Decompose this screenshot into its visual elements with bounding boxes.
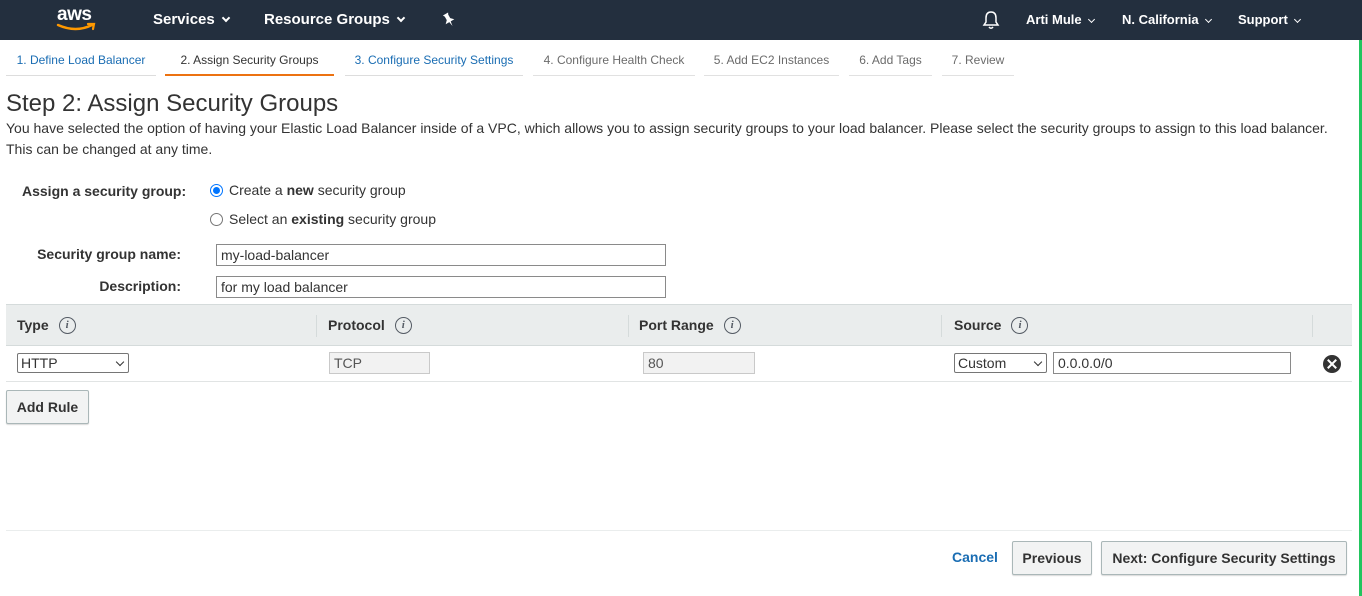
- column-divider: [316, 315, 317, 337]
- previous-button[interactable]: Previous: [1012, 541, 1092, 575]
- tab-configure-security-settings[interactable]: 3. Configure Security Settings: [345, 44, 523, 76]
- column-divider: [941, 315, 942, 337]
- page-title: Step 2: Assign Security Groups: [6, 90, 339, 117]
- services-menu[interactable]: Services: [153, 0, 230, 40]
- option-select-existing-label: Select an existing security group: [229, 211, 436, 227]
- user-name: Arti Mule: [1026, 12, 1082, 27]
- rule-protocol-field: TCP: [329, 352, 430, 374]
- rule-type-select[interactable]: HTTP: [17, 353, 129, 373]
- info-icon[interactable]: i: [394, 316, 412, 334]
- support-menu[interactable]: Support: [1238, 0, 1301, 40]
- tab-review: 7. Review: [942, 44, 1014, 76]
- security-group-name-label: Security group name:: [37, 246, 181, 262]
- rules-table-header: Type i Protocol i Port Range i Source i: [6, 304, 1352, 346]
- column-divider: [1312, 315, 1313, 337]
- col-port-range: Port Range i: [639, 305, 741, 345]
- next-button[interactable]: Next: Configure Security Settings: [1101, 541, 1347, 575]
- chevron-down-icon: [115, 357, 125, 367]
- tab-configure-health-check: 4. Configure Health Check: [533, 44, 695, 76]
- aws-smile-icon: [56, 22, 96, 31]
- assign-security-group-label: Assign a security group:: [22, 183, 187, 199]
- rule-port-range-field: 80: [643, 352, 755, 374]
- top-nav-bar: aws Services Resource Groups Arti Mule N…: [0, 0, 1362, 40]
- chevron-down-icon: [1204, 15, 1212, 24]
- region-name: N. California: [1122, 12, 1199, 27]
- chevron-down-icon: [396, 13, 406, 23]
- col-source: Source i: [954, 305, 1029, 345]
- column-divider: [628, 315, 629, 337]
- remove-rule-icon[interactable]: [1323, 355, 1341, 373]
- description-label: Description:: [99, 278, 181, 294]
- info-icon[interactable]: i: [723, 316, 741, 334]
- rule-source-type-value: Custom: [958, 355, 1007, 371]
- info-icon[interactable]: i: [58, 316, 76, 334]
- region-menu[interactable]: N. California: [1122, 0, 1212, 40]
- bell-icon[interactable]: [982, 0, 1000, 40]
- chevron-down-icon: [221, 13, 230, 23]
- description-input[interactable]: [216, 276, 666, 298]
- services-label: Services: [153, 11, 215, 28]
- info-icon[interactable]: i: [1011, 316, 1029, 334]
- chevron-down-icon: [1033, 357, 1043, 367]
- tab-assign-security-groups[interactable]: 2. Assign Security Groups: [165, 44, 334, 76]
- option-select-existing[interactable]: Select an existing security group: [210, 211, 436, 227]
- step-description: You have selected the option of having y…: [6, 120, 1328, 157]
- chevron-down-icon: [1293, 15, 1301, 24]
- footer-divider: [6, 530, 1352, 531]
- add-rule-button[interactable]: Add Rule: [6, 390, 89, 424]
- user-menu[interactable]: Arti Mule: [1026, 0, 1095, 40]
- tab-add-tags: 6. Add Tags: [849, 44, 932, 76]
- col-protocol: Protocol i: [328, 305, 412, 345]
- radio-select-existing[interactable]: [210, 212, 223, 226]
- tab-define-load-balancer[interactable]: 1. Define Load Balancer: [6, 44, 156, 76]
- resource-groups-menu[interactable]: Resource Groups: [264, 0, 406, 40]
- security-group-name-input[interactable]: [216, 244, 666, 266]
- chevron-down-icon: [1087, 15, 1095, 24]
- cancel-link[interactable]: Cancel: [952, 549, 998, 565]
- support-label: Support: [1238, 12, 1288, 27]
- option-create-new[interactable]: Create a new security group: [210, 182, 406, 198]
- resource-groups-label: Resource Groups: [264, 11, 390, 28]
- pin-icon[interactable]: [441, 0, 457, 40]
- rule-type-value: HTTP: [21, 355, 58, 371]
- tab-add-ec2-instances: 5. Add EC2 Instances: [704, 44, 839, 76]
- rule-source-select[interactable]: Custom: [954, 353, 1047, 373]
- option-create-new-label: Create a new security group: [229, 182, 406, 198]
- aws-logo[interactable]: aws: [55, 4, 99, 34]
- rule-source-cidr-input[interactable]: [1053, 352, 1291, 374]
- col-type: Type i: [17, 305, 76, 345]
- radio-create-new[interactable]: [210, 183, 223, 197]
